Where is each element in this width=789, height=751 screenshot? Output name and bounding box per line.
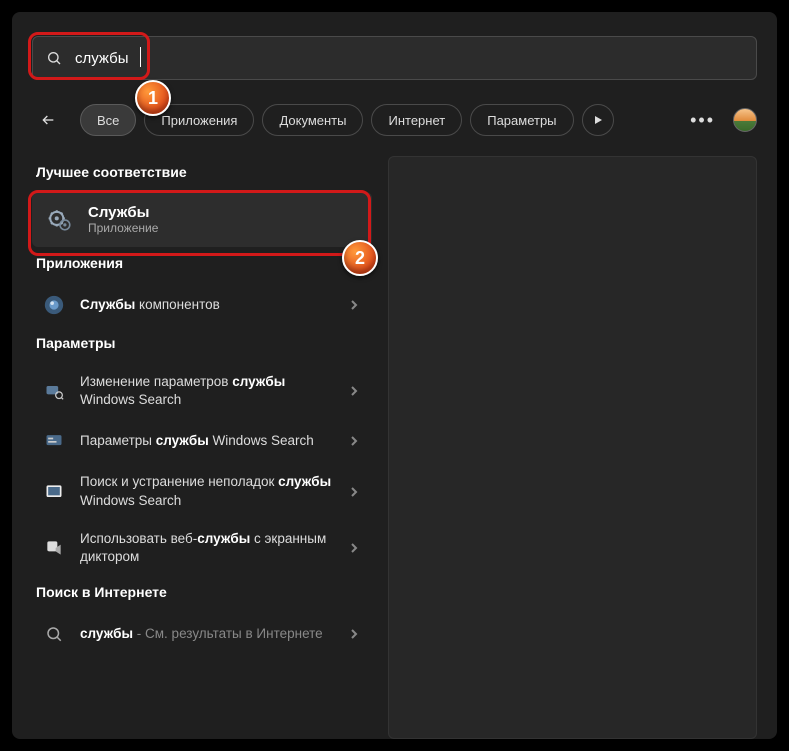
narrator-icon	[42, 536, 66, 560]
chip-label: Все	[97, 113, 119, 128]
filter-chip-documents[interactable]: Документы	[262, 104, 363, 136]
chevron-right-icon	[350, 542, 358, 554]
back-button[interactable]	[32, 104, 64, 136]
best-match-text: Службы Приложение	[88, 204, 158, 235]
chip-label: Документы	[279, 113, 346, 128]
web-result-item[interactable]: службы - См. результаты в Интернете	[32, 612, 372, 656]
settings-result-item[interactable]: Изменение параметров службы Windows Sear…	[32, 363, 372, 419]
chevron-right-icon	[350, 486, 358, 498]
chevron-right-icon	[350, 385, 358, 397]
chip-label: Параметры	[487, 113, 556, 128]
settings-result-item[interactable]: Использовать веб-службы с экранным дикто…	[32, 520, 372, 576]
chevron-right-icon	[350, 435, 358, 447]
settings-result-item[interactable]: Параметры службы Windows Search	[32, 419, 372, 463]
results-columns: Лучшее соответствие	[32, 156, 757, 739]
result-label: Поиск и устранение неполадок службы Wind…	[80, 473, 336, 509]
filter-chip-all[interactable]: Все	[80, 104, 136, 136]
preview-pane	[388, 156, 757, 739]
user-avatar[interactable]	[733, 108, 757, 132]
results-list: Лучшее соответствие	[32, 156, 372, 739]
section-best-match: Лучшее соответствие	[36, 164, 372, 180]
best-match-title: Службы	[88, 204, 158, 221]
annotation-bubble-1: 1	[135, 80, 171, 116]
play-icon	[593, 115, 603, 125]
chip-label: Интернет	[388, 113, 445, 128]
annotation-bubble-2: 2	[342, 240, 378, 276]
chip-label: Приложения	[161, 113, 237, 128]
troubleshoot-icon	[42, 480, 66, 504]
more-button[interactable]: •••	[684, 106, 721, 135]
text-cursor	[140, 47, 141, 67]
search-settings-icon	[42, 379, 66, 403]
section-apps: Приложения	[36, 255, 372, 271]
settings-result-item[interactable]: Поиск и устранение неполадок службы Wind…	[32, 463, 372, 519]
result-label: Параметры службы Windows Search	[80, 432, 336, 450]
filter-chip-settings[interactable]: Параметры	[470, 104, 573, 136]
windows-search-icon	[42, 429, 66, 453]
filter-chip-more-arrow[interactable]	[582, 104, 614, 136]
chevron-right-icon	[350, 299, 358, 311]
search-window: Все Приложения Документы Интернет Параме…	[12, 12, 777, 739]
best-match-item[interactable]: Службы Приложение	[32, 192, 372, 247]
search-icon	[42, 622, 66, 646]
result-label: Использовать веб-службы с экранным дикто…	[80, 530, 336, 566]
app-result-item[interactable]: Службы компонентов	[32, 283, 372, 327]
result-label: Службы компонентов	[80, 296, 336, 314]
best-match-subtitle: Приложение	[88, 221, 158, 235]
services-icon	[46, 206, 74, 234]
result-label: Изменение параметров службы Windows Sear…	[80, 373, 336, 409]
section-settings: Параметры	[36, 335, 372, 351]
result-label: службы - См. результаты в Интернете	[80, 625, 336, 643]
component-services-icon	[42, 293, 66, 317]
section-web: Поиск в Интернете	[36, 584, 372, 600]
chevron-right-icon	[350, 628, 358, 640]
search-bar	[32, 36, 757, 80]
filter-chip-internet[interactable]: Интернет	[371, 104, 462, 136]
